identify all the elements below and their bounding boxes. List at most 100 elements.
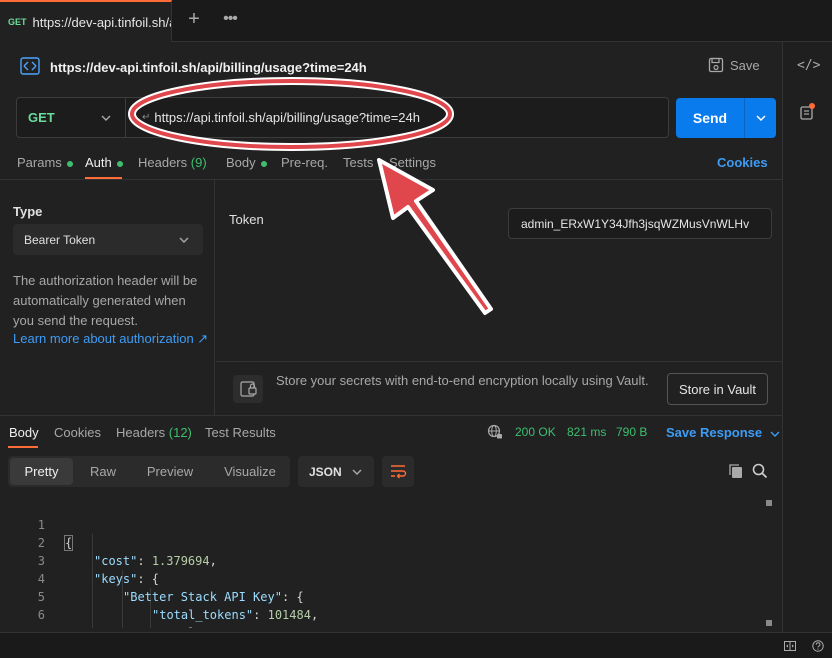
tab-settings[interactable]: Settings [389, 155, 436, 170]
code-text: "total_requests": 2709, [152, 624, 318, 628]
params-indicator-dot [66, 160, 73, 167]
auth-type-select[interactable]: Bearer Token [13, 224, 203, 255]
response-tab-cookies[interactable]: Cookies [54, 425, 101, 440]
auth-type-value: Bearer Token [24, 232, 96, 247]
json-number: 1.379694 [151, 554, 210, 568]
chevron-down-icon [352, 469, 362, 475]
response-time[interactable]: 821 ms [567, 425, 606, 439]
json-key: "total_tokens" [152, 608, 254, 622]
tab-title: https://dev-api.tinfoil.sh/api/billing/u… [32, 14, 171, 30]
code-text: { [63, 534, 74, 552]
send-button[interactable]: Send [676, 98, 776, 138]
layout-toggle-icon[interactable] [784, 641, 796, 651]
cookies-link[interactable]: Cookies [717, 155, 768, 170]
response-headers-count: (12) [168, 425, 192, 440]
request-tab[interactable]: GET https://dev-api.tinfoil.sh/api/billi… [0, 0, 172, 42]
token-input[interactable]: admin_ERxW1Y34Jfh3jsqWZMusVnWLHv [508, 208, 772, 239]
json-key: "keys" [94, 572, 138, 586]
response-body-viewer[interactable]: 1 { 2 "cost": 1.379694, 3 "keys": { 4 "B… [0, 498, 762, 628]
divider [216, 361, 782, 362]
tab-prereq[interactable]: Pre-req. [281, 155, 328, 170]
indent-guide [92, 534, 93, 628]
code-text: "cost": 1.379694, [94, 552, 217, 570]
response-tab-body[interactable]: Body [9, 425, 39, 440]
save-label: Save [730, 57, 760, 73]
chevron-down-icon [179, 237, 189, 243]
http-request-icon [20, 57, 40, 75]
format-select[interactable]: JSON [298, 456, 374, 487]
token-value: admin_ERxW1Y34Jfh3jsqWZMusVnWLHv [521, 216, 750, 231]
auth-description: The authorization header will be automat… [13, 273, 198, 328]
request-info-icon[interactable] [799, 103, 815, 121]
view-raw-button[interactable]: Raw [82, 456, 124, 487]
tab-tests[interactable]: Tests [343, 155, 373, 170]
json-key: "total_requests" [152, 626, 268, 628]
body-indicator-dot [260, 160, 267, 167]
wrap-lines-icon[interactable] [382, 456, 414, 487]
store-in-vault-button[interactable]: Store in Vault [667, 373, 768, 405]
token-label: Token [229, 212, 264, 227]
code-line: 6 "total_requests": 2709, [0, 588, 318, 628]
code-text: "Better Stack API Key": { [123, 588, 304, 606]
tab-headers[interactable]: Headers (9) [138, 155, 207, 170]
tab-body-label: Body [226, 155, 256, 170]
request-title[interactable]: https://dev-api.tinfoil.sh/api/billing/u… [50, 60, 367, 75]
method-select[interactable]: GET [16, 97, 126, 138]
format-value: JSON [309, 464, 342, 479]
status-bar [0, 632, 832, 658]
json-punct: : { [137, 572, 160, 586]
code-line: 7 "models": { [0, 606, 45, 628]
new-tab-plus-icon[interactable]: + [184, 9, 204, 30]
send-options-chevron-icon[interactable] [745, 112, 776, 124]
tab-params-label: Params [17, 155, 62, 170]
json-punct: , [310, 608, 319, 622]
search-icon[interactable] [752, 463, 768, 479]
help-icon[interactable] [812, 640, 824, 652]
json-punct: , [311, 626, 318, 628]
chevron-down-icon [101, 115, 111, 121]
json-punct: , [209, 554, 217, 568]
save-button[interactable]: Save [708, 57, 760, 73]
globe-lock-icon[interactable] [487, 424, 503, 440]
tab-params[interactable]: Params [17, 155, 73, 170]
active-tab-underline [8, 446, 38, 448]
json-punct: : [137, 554, 152, 568]
save-icon [708, 57, 724, 73]
vault-description: Store your secrets with end-to-end encry… [276, 373, 649, 388]
code-line: 5 "total_tokens": 101484, [0, 570, 318, 622]
code-text: "keys": { [94, 570, 159, 588]
json-number: 2709 [282, 626, 311, 628]
scrollbar[interactable] [766, 498, 772, 628]
view-preview-button[interactable]: Preview [138, 456, 202, 487]
learn-more-link[interactable]: Learn more about authorization ↗ [13, 331, 208, 347]
code-line: 3 "keys": { [0, 534, 159, 586]
code-snippet-icon[interactable]: </> [797, 58, 820, 73]
response-tab-test-results[interactable]: Test Results [205, 425, 276, 440]
response-size[interactable]: 790 B [616, 425, 647, 439]
more-tabs-icon[interactable]: ••• [220, 10, 240, 30]
auth-type-label: Type [13, 204, 43, 219]
code-text: "total_tokens": 101484, [152, 606, 318, 624]
copy-icon[interactable] [728, 463, 744, 479]
tab-auth[interactable]: Auth [85, 155, 123, 170]
status-code[interactable]: 200 OK [515, 425, 556, 439]
response-headers-label: Headers [116, 425, 166, 440]
code-line: 4 "Better Stack API Key": { [0, 552, 304, 604]
json-number: 101484 [267, 608, 311, 622]
view-pretty-button[interactable]: Pretty [10, 458, 73, 485]
send-label: Send [692, 110, 728, 126]
right-sidebar [782, 42, 832, 632]
auth-indicator-dot [116, 160, 123, 167]
save-response-label: Save Response [666, 425, 763, 440]
tab-body[interactable]: Body [226, 155, 267, 170]
view-visualize-button[interactable]: Visualize [216, 456, 284, 487]
json-key: "Better Stack API Key" [123, 590, 282, 604]
response-tab-headers[interactable]: Headers (12) [116, 425, 192, 440]
url-input[interactable]: ↵ https://api.tinfoil.sh/api/billing/usa… [126, 97, 669, 138]
json-key: "cost" [94, 554, 138, 568]
tab-headers-label: Headers [138, 155, 188, 170]
headers-count: (9) [190, 155, 207, 170]
return-icon: ↵ [142, 112, 151, 123]
save-response-button[interactable]: Save Response [666, 425, 780, 440]
json-punct: : [253, 608, 268, 622]
